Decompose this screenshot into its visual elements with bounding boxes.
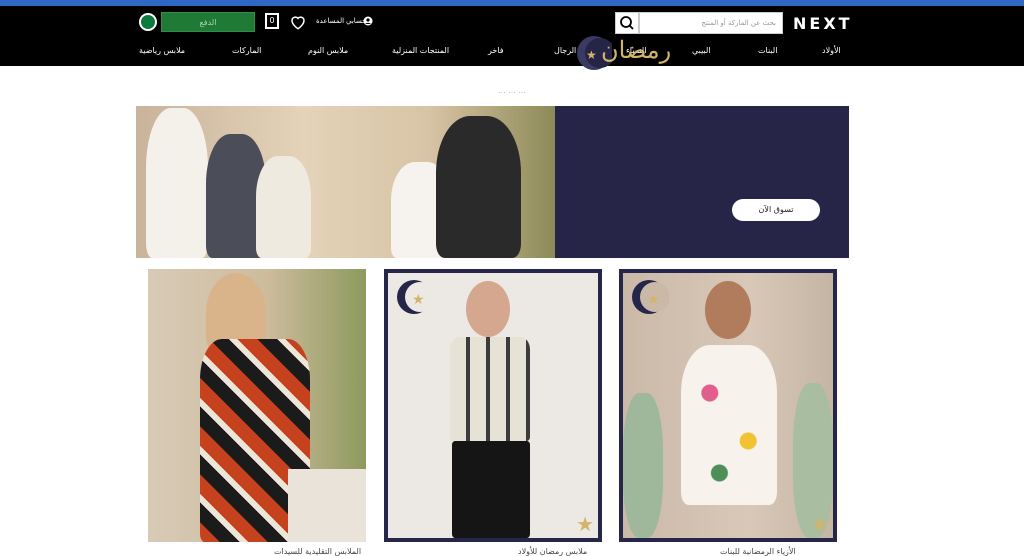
search-input[interactable]: بحث عن الماركة أو المنتج xyxy=(639,12,783,34)
nav-item-luxury[interactable]: فاخر xyxy=(488,46,504,55)
hero-panel xyxy=(555,106,849,258)
nav-item-boys[interactable]: الأولاد xyxy=(822,46,841,55)
product-card-women[interactable] xyxy=(148,269,366,542)
checkout-button[interactable]: الدفع xyxy=(161,12,255,32)
ramadan-hero-banner[interactable] xyxy=(136,106,849,258)
nav-item-baby[interactable]: البيبي xyxy=(692,46,711,55)
nav-item-sportswear[interactable]: ملابس رياضية xyxy=(139,46,185,55)
nav-item-home[interactable]: المنتجات المنزلية xyxy=(392,46,449,55)
product-card-girls[interactable]: ★ ★ xyxy=(619,269,837,542)
family-hero-image xyxy=(136,106,555,258)
favourites-heart-icon[interactable] xyxy=(289,13,307,31)
search-button[interactable] xyxy=(615,12,639,34)
search-icon xyxy=(620,16,634,30)
ramadan-title: رمضان xyxy=(601,36,672,64)
svg-text:★: ★ xyxy=(586,48,597,62)
shopping-bag-icon[interactable]: 0 xyxy=(265,13,279,29)
nav-item-nightwear[interactable]: ملابس النوم xyxy=(308,46,348,55)
next-logo[interactable]: NEXT xyxy=(793,14,853,33)
product-card-boys[interactable]: ★ ★ xyxy=(384,269,602,542)
nav-item-girls[interactable]: البنات xyxy=(758,46,777,55)
site-header: الدفع 0 المساعدة حسابي بحث عن الماركة أو… xyxy=(0,6,1024,66)
main-navigation: الأولاد البنات البيبي النساء الرجال فاخر… xyxy=(0,46,1024,60)
nav-item-brands[interactable]: الماركات xyxy=(232,46,261,55)
crescent-moon-icon: ★ xyxy=(632,280,669,314)
help-link[interactable]: المساعدة xyxy=(316,17,344,25)
card-image-women xyxy=(148,269,366,542)
shop-now-button[interactable]: تسوق الآن xyxy=(732,199,820,221)
svg-text:★: ★ xyxy=(412,292,425,308)
star-icon: ★ xyxy=(811,512,829,536)
star-icon: ★ xyxy=(576,512,594,536)
promo-message[interactable]: ... ... ... xyxy=(0,86,1024,95)
user-account-icon[interactable] xyxy=(363,16,373,26)
svg-text:★: ★ xyxy=(647,292,660,308)
country-flag-icon[interactable] xyxy=(139,13,157,31)
crescent-moon-icon: ★ xyxy=(397,280,434,314)
